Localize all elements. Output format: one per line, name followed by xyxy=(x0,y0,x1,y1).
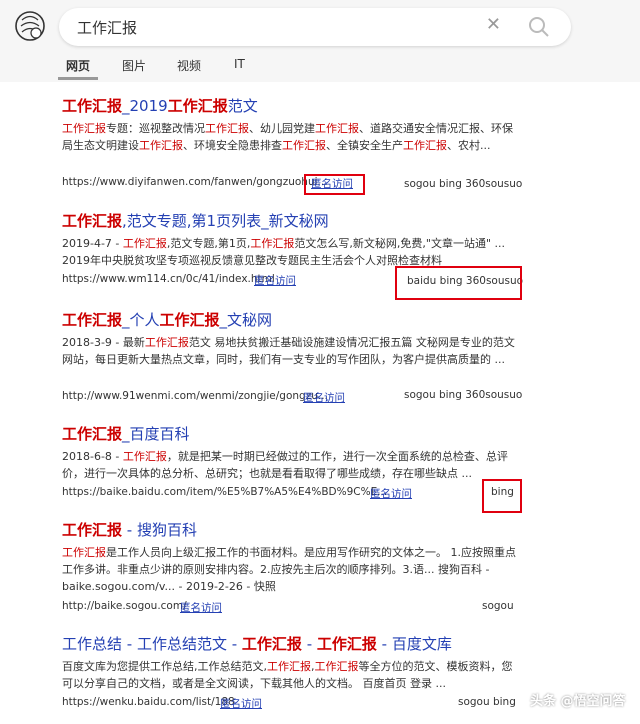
logo-icon[interactable] xyxy=(13,9,47,43)
search-box[interactable]: 工作汇报 ✕ xyxy=(59,8,571,46)
header: 工作汇报 ✕ 网页 图片 视频 IT xyxy=(0,0,640,82)
text-segment: 、农村... xyxy=(447,139,491,152)
result-snippet: 工作汇报是工作人员向上级汇报工作的书面材料。是应用写作研究的文体之一。 1.应按… xyxy=(62,544,522,596)
keyword-highlight: 工作汇报 xyxy=(62,212,123,230)
text-segment: 、全镇安全生产 xyxy=(326,139,403,152)
watermark: 头条 @悟空问答 xyxy=(530,694,626,709)
result-title[interactable]: 工作汇报,范文专题,第1页列表_新文秘网 xyxy=(62,211,522,231)
text-segment: 百度文库为您提供工作总结,工作总结范文, xyxy=(62,660,267,673)
anonymous-visit-link[interactable]: 匿名访问 xyxy=(254,273,296,288)
result-url[interactable]: http://www.91wenmi.com/wenmi/zongjie/gon… xyxy=(62,390,328,402)
keyword-highlight: 工作汇报 xyxy=(315,122,359,135)
keyword-highlight: 工作汇报 xyxy=(144,336,189,349)
result-url[interactable]: https://www.wm114.cn/0c/41/index.html xyxy=(62,273,275,285)
search-icon[interactable] xyxy=(527,15,551,39)
result-item: 工作总结 - 工作总结范文 - 工作汇报 - 工作汇报 - 百度文库 百度文库为… xyxy=(62,634,522,712)
text-segment: ,范文专题,第1页列表_新文秘网 xyxy=(122,212,329,230)
result-snippet: 2018-3-9 - 最新工作汇报范文 易地扶贫搬迁基础设施建设情况汇报五篇 文… xyxy=(62,334,522,386)
highlight-box xyxy=(304,174,365,195)
result-title[interactable]: 工作汇报_百度百科 xyxy=(62,424,522,444)
text-segment: 专题：巡视整改情况 xyxy=(106,122,205,135)
keyword-highlight: 工作汇报 xyxy=(241,635,302,653)
text-segment: 2018-3-9 - 最新 xyxy=(62,336,145,349)
tab-it[interactable]: IT xyxy=(234,57,245,71)
highlight-box xyxy=(395,266,522,300)
keyword-highlight: 工作汇报 xyxy=(282,139,326,152)
keyword-highlight: 工作汇报 xyxy=(167,97,228,115)
result-title[interactable]: 工作汇报_个人工作汇报_文秘网 xyxy=(62,310,522,330)
source-engines: sogou bing xyxy=(458,696,516,708)
keyword-highlight: 工作汇报 xyxy=(267,660,311,673)
result-snippet: 百度文库为您提供工作总结,工作总结范文,工作汇报,工作汇报等全方位的范文、模板资… xyxy=(62,658,522,692)
tab-images[interactable]: 图片 xyxy=(122,57,146,74)
text-segment: _个人 xyxy=(122,311,160,329)
result-snippet: 2019-4-7 - 工作汇报,范文专题,第1页,工作汇报范文怎么写,新文秘网,… xyxy=(62,235,522,269)
keyword-highlight: 工作汇报 xyxy=(139,139,183,152)
keyword-highlight: 工作汇报 xyxy=(316,635,377,653)
keyword-highlight: 工作汇报 xyxy=(62,97,123,115)
anonymous-visit-link[interactable]: 匿名访问 xyxy=(180,600,222,615)
result-snippet: 工作汇报专题：巡视整改情况工作汇报、幼儿园党建工作汇报、道路交通安全情况汇报、环… xyxy=(62,120,522,172)
text-segment: ,范文专题,第1页, xyxy=(166,237,251,250)
result-url[interactable]: https://www.diyifanwen.com/fanwen/gongzu… xyxy=(62,176,328,188)
tab-videos[interactable]: 视频 xyxy=(177,57,201,74)
result-url[interactable]: http://baike.sogou.com/ xyxy=(62,600,187,612)
keyword-highlight: 工作汇报 xyxy=(314,660,359,673)
keyword-highlight: 工作汇报 xyxy=(205,122,249,135)
anonymous-visit-link[interactable]: 匿名访问 xyxy=(303,390,345,405)
text-segment: 、幼儿园党建 xyxy=(249,122,315,135)
keyword-highlight: 工作汇报 xyxy=(62,122,106,135)
keyword-highlight: 工作汇报 xyxy=(122,450,167,463)
source-engines: sogou bing 360sousuo xyxy=(404,178,523,190)
keyword-highlight: 工作汇报 xyxy=(62,311,123,329)
keyword-highlight: 工作汇报 xyxy=(62,521,123,539)
result-item: 工作汇报_百度百科 2018-6-8 - 工作汇报，就是把某一时期已经做过的工作… xyxy=(62,424,522,502)
text-segment: 是工作人员向上级汇报工作的书面材料。是应用写作研究的文体之一。 1.应按照重点工… xyxy=(62,546,516,593)
result-title[interactable]: 工作汇报_2019工作汇报范文 xyxy=(62,96,522,116)
text-segment: 、环境安全隐患排查 xyxy=(183,139,282,152)
text-segment: 范文 xyxy=(227,97,258,115)
result-url[interactable]: https://wenku.baidu.com/list/188 xyxy=(62,696,235,708)
search-input[interactable]: 工作汇报 xyxy=(77,17,137,38)
keyword-highlight: 工作汇报 xyxy=(159,311,220,329)
source-engines: sogou bing 360sousuo xyxy=(404,389,523,401)
text-segment: _2019 xyxy=(122,97,168,115)
text-segment: - xyxy=(301,635,317,653)
text-segment: - 百度文库 xyxy=(376,635,452,653)
keyword-highlight: 工作汇报 xyxy=(403,139,447,152)
anonymous-visit-link[interactable]: 匿名访问 xyxy=(370,486,412,501)
text-segment: 2018-6-8 - xyxy=(62,450,123,463)
text-segment: 工作总结 - 工作总结范文 - xyxy=(62,635,242,653)
source-engines: sogou xyxy=(482,600,514,612)
result-snippet: 2018-6-8 - 工作汇报，就是把某一时期已经做过的工作，进行一次全面系统的… xyxy=(62,448,522,482)
result-url[interactable]: https://baike.baidu.com/item/%E5%B7%A5%E… xyxy=(62,486,387,498)
text-segment: _文秘网 xyxy=(219,311,273,329)
anonymous-visit-link[interactable]: 匿名访问 xyxy=(220,696,262,711)
tab-web[interactable]: 网页 xyxy=(66,57,90,74)
active-tab-indicator xyxy=(58,77,98,80)
results-list: 工作汇报_2019工作汇报范文 工作汇报专题：巡视整改情况工作汇报、幼儿园党建工… xyxy=(0,82,640,724)
text-segment: _百度百科 xyxy=(122,425,190,443)
text-segment: - 搜狗百科 xyxy=(122,521,197,539)
result-title[interactable]: 工作汇报 - 搜狗百科 xyxy=(62,520,522,540)
result-item: 工作汇报 - 搜狗百科 工作汇报是工作人员向上级汇报工作的书面材料。是应用写作研… xyxy=(62,520,522,616)
text-segment: 2019-4-7 - xyxy=(62,237,123,250)
highlight-box xyxy=(482,479,522,513)
keyword-highlight: 工作汇报 xyxy=(62,425,123,443)
keyword-highlight: 工作汇报 xyxy=(122,237,167,250)
clear-icon[interactable]: ✕ xyxy=(486,14,501,35)
keyword-highlight: 工作汇报 xyxy=(62,546,106,559)
result-title[interactable]: 工作总结 - 工作总结范文 - 工作汇报 - 工作汇报 - 百度文库 xyxy=(62,634,522,654)
keyword-highlight: 工作汇报 xyxy=(250,237,295,250)
